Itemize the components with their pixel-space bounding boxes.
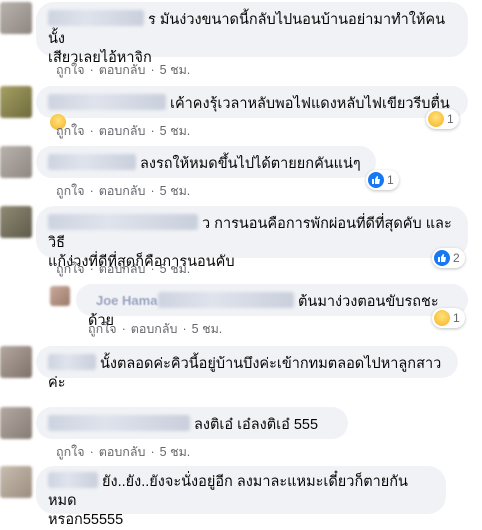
separator: ·: [150, 63, 155, 77]
timestamp[interactable]: 5 ชม.: [160, 184, 191, 198]
comment-actions: ถูกใจ · ตอบกลับ · 5 ชม.: [56, 121, 190, 141]
reply-link[interactable]: ตอบกลับ: [99, 262, 146, 276]
commenter-name-blurred[interactable]: [48, 472, 98, 488]
comment-bubble: เค้าคงรุ้เวลาหลับพอไฟแดงหลับไฟเขียวรีบตื…: [36, 86, 468, 130]
like-link[interactable]: ถูกใจ: [56, 184, 85, 198]
separator: ·: [150, 184, 155, 198]
haha-reaction-icon: [434, 310, 450, 326]
avatar[interactable]: [50, 286, 70, 306]
commenter-name-obscured[interactable]: Joe Hama: [88, 292, 298, 308]
separator: ·: [150, 124, 155, 138]
commenter-name-blurred[interactable]: [48, 154, 136, 170]
like-link[interactable]: ถูกใจ: [56, 63, 85, 77]
reply-link[interactable]: ตอบกลับ: [99, 445, 146, 459]
avatar[interactable]: [0, 2, 32, 34]
avatar[interactable]: [0, 146, 32, 178]
reaction-count: 1: [387, 173, 394, 187]
comment-text: เค้าคงรุ้เวลาหลับพอไฟแดงหลับไฟเขียวรีบตื…: [170, 96, 450, 112]
timestamp[interactable]: 5 ชม.: [160, 262, 191, 276]
like-reaction-icon: [368, 172, 384, 188]
separator: ·: [182, 322, 187, 336]
reaction-badge[interactable]: 1: [432, 308, 465, 328]
separator: ·: [89, 63, 94, 77]
avatar[interactable]: [0, 86, 32, 118]
separator: ·: [89, 124, 94, 138]
comment-bubble: ลงรถให้หมดขึ้นไปได้ตายยกคันแน่ๆ: [36, 146, 376, 178]
comment-text: ลงรถให้หมดขึ้นไปได้ตายยกคันแน่ๆ: [140, 156, 361, 172]
avatar[interactable]: [0, 206, 32, 238]
comment-bubble: Joe Hama ต้นมาง่วงตอนขับรถชะด้วย: [76, 284, 468, 329]
avatar[interactable]: [0, 466, 32, 498]
commenter-name-blurred[interactable]: [48, 10, 144, 26]
like-link[interactable]: ถูกใจ: [56, 262, 85, 276]
separator: ·: [89, 262, 94, 276]
separator: ·: [150, 262, 155, 276]
haha-reaction-icon: [428, 111, 444, 127]
avatar[interactable]: [0, 346, 32, 378]
comment-bubble: ร มันง่วงขนาดนี้กลับไปนอนบ้านอย่ามาทำให้…: [36, 2, 468, 66]
comment-actions: ถูกใจ · ตอบกลับ · 5 ชม.: [88, 319, 222, 339]
reaction-count: 1: [453, 311, 460, 325]
comment-bubble: นั้งตลอดค่ะคิวนี้อยู่บ้านบึงค่ะเข้ากทมตล…: [36, 346, 458, 391]
comment-text: หรอก55555: [48, 512, 124, 528]
comment-actions: ถูกใจ · ตอบกลับ · 5 ชม.: [56, 442, 190, 462]
reply-link[interactable]: ตอบกลับ: [99, 63, 146, 77]
commenter-name-blurred[interactable]: [48, 94, 166, 110]
commenter-name: Joe Hama: [96, 293, 158, 308]
commenter-name-blurred[interactable]: [48, 214, 198, 230]
separator: ·: [89, 445, 94, 459]
reaction-badge[interactable]: 1: [366, 170, 399, 190]
timestamp[interactable]: 5 ชม.: [160, 445, 191, 459]
avatar[interactable]: [0, 407, 32, 439]
reply-link[interactable]: ตอบกลับ: [131, 322, 178, 336]
timestamp[interactable]: 5 ชม.: [160, 63, 191, 77]
reply-link[interactable]: ตอบกลับ: [99, 124, 146, 138]
comment-actions: ถูกใจ · ตอบกลับ · 5 ชม.: [56, 60, 190, 80]
reaction-badge[interactable]: 2: [432, 248, 465, 268]
comment-actions: ถูกใจ · ตอบกลับ · 5 ชม.: [56, 181, 190, 201]
comment-actions: ถูกใจ · ตอบกลับ · 5 ชม.: [56, 259, 190, 279]
separator: ·: [121, 322, 126, 336]
like-link[interactable]: ถูกใจ: [56, 124, 85, 138]
comment-text: นั้งตลอดค่ะคิวนี้อยู่บ้านบึงค่ะเข้ากทมตล…: [48, 356, 442, 391]
reaction-count: 2: [453, 251, 460, 265]
like-link[interactable]: ถูกใจ: [56, 445, 85, 459]
commenter-name-blurred[interactable]: [48, 354, 96, 370]
reaction-count: 1: [447, 112, 454, 126]
like-reaction-icon: [434, 250, 450, 266]
comment-text: ลงติเอ๋ เอ๋ลงติเอ๋ 555: [194, 417, 319, 433]
comment-text: ยัง..ยัง..ยังจะนั่งอยู่อีก ลงมาละแหมะเดี…: [48, 474, 408, 509]
reply-link[interactable]: ตอบกลับ: [99, 184, 146, 198]
comment-bubble: ว การนอนคือการพักผ่อนที่ดีที่สุดคับ และว…: [36, 206, 468, 270]
like-link[interactable]: ถูกใจ: [88, 322, 117, 336]
timestamp[interactable]: 5 ชม.: [192, 322, 223, 336]
separator: ·: [89, 184, 94, 198]
commenter-name-blurred[interactable]: [48, 415, 190, 431]
comment-bubble: ลงติเอ๋ เอ๋ลงติเอ๋ 555: [36, 407, 348, 439]
timestamp[interactable]: 5 ชม.: [160, 124, 191, 138]
name-blur-overlay: [158, 292, 294, 308]
reaction-badge[interactable]: 1: [426, 109, 459, 129]
comment-bubble: ยัง..ยัง..ยังจะนั่งอยู่อีก ลงมาละแหมะเดี…: [36, 466, 446, 528]
separator: ·: [150, 445, 155, 459]
